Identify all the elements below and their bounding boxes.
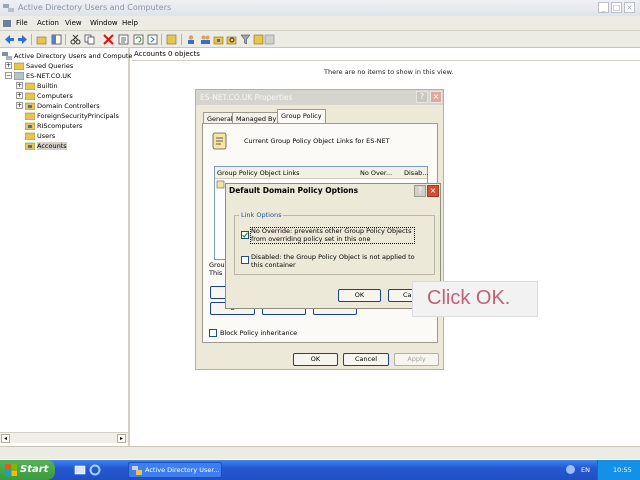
refresh-icon[interactable] <box>133 34 144 45</box>
expander-domain[interactable]: − <box>5 72 12 79</box>
mmc-icon[interactable] <box>3 19 12 28</box>
export-list-icon[interactable] <box>147 34 158 45</box>
col-links[interactable]: Group Policy Object Links <box>217 169 300 177</box>
no-override-label[interactable]: No Override: prevents other Group Policy… <box>250 227 415 244</box>
windows-flag-icon <box>5 464 17 476</box>
disabled-label[interactable]: Disabled: the Group Policy Object is not… <box>251 253 421 269</box>
details-title: Accounts <box>134 50 166 58</box>
ou-icon <box>25 102 35 110</box>
cancel-button[interactable]: Cancel <box>343 353 389 366</box>
system-tray: 10:55 <box>597 460 640 480</box>
folder-icon <box>25 132 35 140</box>
folder-icon <box>25 112 35 120</box>
policy-options-dialog: Default Domain Policy Options ? × Link O… <box>225 183 441 309</box>
menu-file[interactable]: File <box>16 19 28 27</box>
forward-icon[interactable] <box>17 34 28 45</box>
taskbar: Start Active Directory User... EN 10:55 <box>0 460 640 480</box>
new-group-icon[interactable] <box>200 34 211 45</box>
expander-computers[interactable]: + <box>16 92 23 99</box>
details-header: Accounts 0 objects <box>132 48 640 61</box>
status-bar <box>0 446 640 459</box>
ad-users-computers-icon <box>3 4 14 12</box>
folder-icon <box>25 92 35 100</box>
internet-explorer-icon[interactable] <box>89 464 101 476</box>
partial-text-this: This l <box>209 269 227 277</box>
domain-icon <box>14 72 24 80</box>
empty-list-message: There are no items to show in this view. <box>324 68 454 76</box>
help-icon[interactable] <box>166 34 177 45</box>
callout-text: Click OK. <box>427 287 511 309</box>
copy-icon[interactable] <box>84 34 95 45</box>
expander-saved-queries[interactable]: + <box>5 62 12 69</box>
toolbar <box>0 31 640 48</box>
delegate-icon[interactable] <box>264 34 275 45</box>
help-button[interactable]: ? <box>414 185 426 197</box>
maximize-button[interactable]: □ <box>611 2 622 13</box>
gp-heading: Current Group Policy Object Links for ES… <box>244 137 390 145</box>
ok-button[interactable]: OK <box>338 289 381 302</box>
checkmark-icon <box>242 232 248 238</box>
scroll-left-icon[interactable]: ◂ <box>1 434 10 443</box>
menu-view[interactable]: View <box>65 19 82 27</box>
language-indicator[interactable]: EN <box>581 466 590 474</box>
up-folder-icon[interactable] <box>36 34 47 45</box>
gpo-icon <box>216 180 225 189</box>
ad-root-icon <box>2 52 12 60</box>
ad-users-computers-icon <box>132 466 142 475</box>
expander-domain-controllers[interactable]: + <box>16 102 23 109</box>
start-button[interactable]: Start <box>0 460 55 480</box>
properties-title-bar: ES-NET.CO.UK Properties ? × <box>196 90 443 105</box>
options-title: Default Domain Policy Options <box>229 186 359 195</box>
folder-icon <box>25 82 35 90</box>
filter-icon[interactable] <box>240 34 251 45</box>
window-title: Active Directory Users and Computers <box>18 3 172 12</box>
menu-window[interactable]: Window <box>90 19 118 27</box>
new-ou-icon[interactable] <box>213 34 224 45</box>
taskbar-button-ad-users[interactable]: Active Directory User... <box>128 462 222 478</box>
block-inheritance-checkbox[interactable] <box>209 329 217 337</box>
disabled-checkbox[interactable] <box>241 256 249 264</box>
tray-expand-icon[interactable] <box>566 465 575 474</box>
minimize-button[interactable]: _ <box>598 2 609 13</box>
group-policy-scroll-icon <box>212 132 227 150</box>
show-desktop-icon[interactable] <box>74 464 86 476</box>
no-override-checkbox[interactable] <box>241 231 249 239</box>
clock[interactable]: 10:55 <box>613 466 632 474</box>
show-tree-icon[interactable] <box>51 34 62 45</box>
apply-button[interactable]: Apply <box>394 353 439 366</box>
instruction-callout: Click OK. <box>412 281 538 317</box>
gp-list-header: Group Policy Object Links No Over... Dis… <box>215 167 429 179</box>
tree-horizontal-scrollbar[interactable]: ◂ ▸ <box>0 432 128 443</box>
menu-help[interactable]: Help <box>122 19 138 27</box>
menu-action[interactable]: Action <box>37 19 59 27</box>
col-no-override[interactable]: No Over... <box>360 169 392 177</box>
block-inheritance-label: Block Policy inheritance <box>220 329 298 337</box>
link-options-label: Link Options <box>239 211 284 219</box>
ou-icon <box>25 142 35 150</box>
close-button[interactable]: × <box>427 185 439 197</box>
console-tree: Active Directory Users and Computers + S… <box>0 48 138 446</box>
menu-bar: File Action View Window Help <box>0 16 640 31</box>
col-disabled[interactable]: Disab... <box>404 169 429 177</box>
add-to-group-icon[interactable] <box>253 34 264 45</box>
cut-icon[interactable] <box>70 34 81 45</box>
folder-icon <box>14 62 24 70</box>
window-title-bar: Active Directory Users and Computers _ □… <box>0 0 640 16</box>
help-button[interactable]: ? <box>416 91 428 103</box>
options-title-bar: Default Domain Policy Options ? × <box>226 184 440 199</box>
close-button[interactable]: × <box>624 2 635 13</box>
back-icon[interactable] <box>4 34 15 45</box>
link-options-group: Link Options No Override: prevents other… <box>234 211 435 275</box>
expander-builtin[interactable]: + <box>16 82 23 89</box>
scroll-right-icon[interactable]: ▸ <box>117 434 126 443</box>
new-user-icon[interactable] <box>186 34 197 45</box>
tab-group-policy[interactable]: Group Policy <box>277 109 326 124</box>
ok-button[interactable]: OK <box>293 353 338 366</box>
delete-icon[interactable] <box>103 34 114 45</box>
details-object-count: 0 objects <box>168 50 200 58</box>
properties-icon[interactable] <box>118 34 129 45</box>
ou-icon <box>25 122 35 130</box>
close-button[interactable]: × <box>430 91 442 103</box>
find-icon[interactable] <box>226 34 237 45</box>
